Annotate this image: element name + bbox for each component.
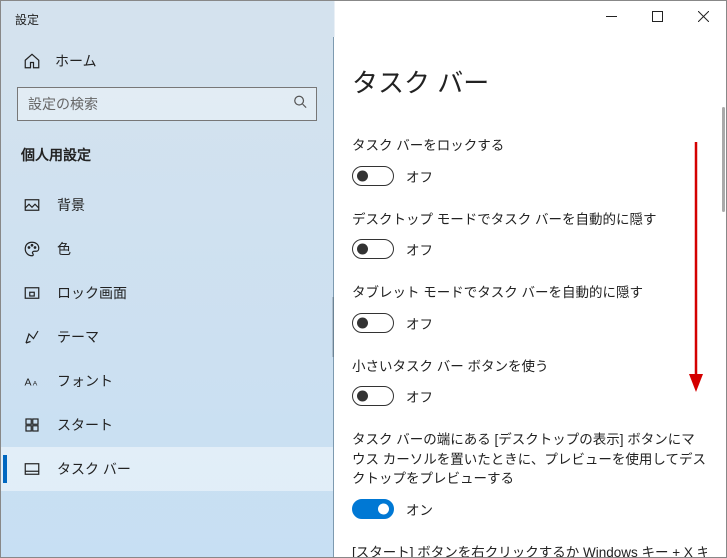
toggle-knob	[378, 503, 389, 514]
home-label: ホーム	[55, 51, 97, 71]
toggle-state-label: オフ	[406, 166, 433, 186]
toggle-state-label: オン	[406, 499, 433, 519]
sidebar-item-label: テーマ	[57, 327, 99, 347]
setting-group: 小さいタスク バー ボタンを使うオフ	[352, 357, 707, 407]
nav-list: 背景 色 ロック画面	[1, 183, 333, 491]
sidebar-item-taskbar[interactable]: タスク バー	[1, 447, 333, 491]
toggle-switch[interactable]	[352, 313, 394, 333]
sidebar-item-fonts[interactable]: AA フォント	[1, 359, 333, 403]
home-button[interactable]: ホーム	[1, 43, 333, 81]
search-input[interactable]	[17, 87, 317, 121]
scrollbar[interactable]	[720, 37, 726, 557]
theme-icon	[23, 328, 41, 346]
setting-label: タスク バーの端にある [デスクトップの表示] ボタンにマウス カーソルを置いた…	[352, 430, 707, 489]
sidebar-item-start[interactable]: スタート	[1, 403, 333, 447]
toggle-state-label: オフ	[406, 239, 433, 259]
truncated-text: [スタート] ボタンを右クリックするか Windows キー + X キ	[352, 543, 707, 557]
toggle-row: オフ	[352, 239, 707, 259]
lockscreen-icon	[23, 284, 41, 302]
setting-group: タスク バーをロックするオフ	[352, 136, 707, 186]
sidebar-item-label: 色	[57, 239, 71, 259]
scrollbar-thumb[interactable]	[722, 107, 725, 212]
sidebar-item-label: スタート	[57, 415, 113, 435]
toggle-switch[interactable]	[352, 499, 394, 519]
sidebar: ホーム 個人用設定 背景	[1, 37, 334, 557]
toggle-state-label: オフ	[406, 313, 433, 333]
image-icon	[23, 196, 41, 214]
sidebar-item-label: タスク バー	[57, 459, 131, 479]
main-content: タスク バー タスク バーをロックするオフデスクトップ モードでタスク バーを自…	[334, 37, 726, 557]
section-header: 個人用設定	[1, 133, 333, 175]
toggle-state-label: オフ	[406, 386, 433, 406]
setting-group: デスクトップ モードでタスク バーを自動的に隠すオフ	[352, 210, 707, 260]
toggle-knob	[357, 391, 368, 402]
toggle-knob	[357, 170, 368, 181]
toggle-row: オフ	[352, 166, 707, 186]
page-title: タスク バー	[352, 63, 726, 100]
svg-text:A: A	[33, 381, 38, 388]
sidebar-item-label: 背景	[57, 195, 85, 215]
setting-label: 小さいタスク バー ボタンを使う	[352, 357, 707, 377]
toggle-knob	[357, 317, 368, 328]
sidebar-item-lockscreen[interactable]: ロック画面	[1, 271, 333, 315]
toggle-knob	[357, 244, 368, 255]
setting-group: タブレット モードでタスク バーを自動的に隠すオフ	[352, 283, 707, 333]
toggle-switch[interactable]	[352, 239, 394, 259]
settings-window: 設定 ホーム	[0, 0, 727, 558]
sidebar-item-label: ロック画面	[57, 283, 127, 303]
start-icon	[23, 416, 41, 434]
search-wrap	[17, 87, 317, 121]
search-icon	[293, 95, 307, 114]
sidebar-item-colors[interactable]: 色	[1, 227, 333, 271]
titlebar: 設定	[1, 1, 726, 37]
setting-label: タブレット モードでタスク バーを自動的に隠す	[352, 283, 707, 303]
minimize-button[interactable]	[588, 1, 634, 31]
body: ホーム 個人用設定 背景	[1, 37, 726, 557]
close-button[interactable]	[680, 1, 726, 31]
sidebar-item-background[interactable]: 背景	[1, 183, 333, 227]
toggle-row: オン	[352, 499, 707, 519]
sidebar-item-themes[interactable]: テーマ	[1, 315, 333, 359]
setting-label: タスク バーをロックする	[352, 136, 707, 156]
taskbar-icon	[23, 460, 41, 478]
window-title: 設定	[15, 11, 39, 28]
setting-group: タスク バーの端にある [デスクトップの表示] ボタンにマウス カーソルを置いた…	[352, 430, 707, 519]
font-icon: AA	[23, 372, 41, 390]
toggle-row: オフ	[352, 313, 707, 333]
sidebar-item-label: フォント	[57, 371, 113, 391]
maximize-button[interactable]	[634, 1, 680, 31]
palette-icon	[23, 240, 41, 258]
toggle-row: オフ	[352, 386, 707, 406]
svg-text:A: A	[25, 377, 32, 389]
home-icon	[23, 52, 41, 70]
toggle-switch[interactable]	[352, 166, 394, 186]
toggle-switch[interactable]	[352, 386, 394, 406]
setting-label: デスクトップ モードでタスク バーを自動的に隠す	[352, 210, 707, 230]
window-controls	[588, 1, 726, 31]
